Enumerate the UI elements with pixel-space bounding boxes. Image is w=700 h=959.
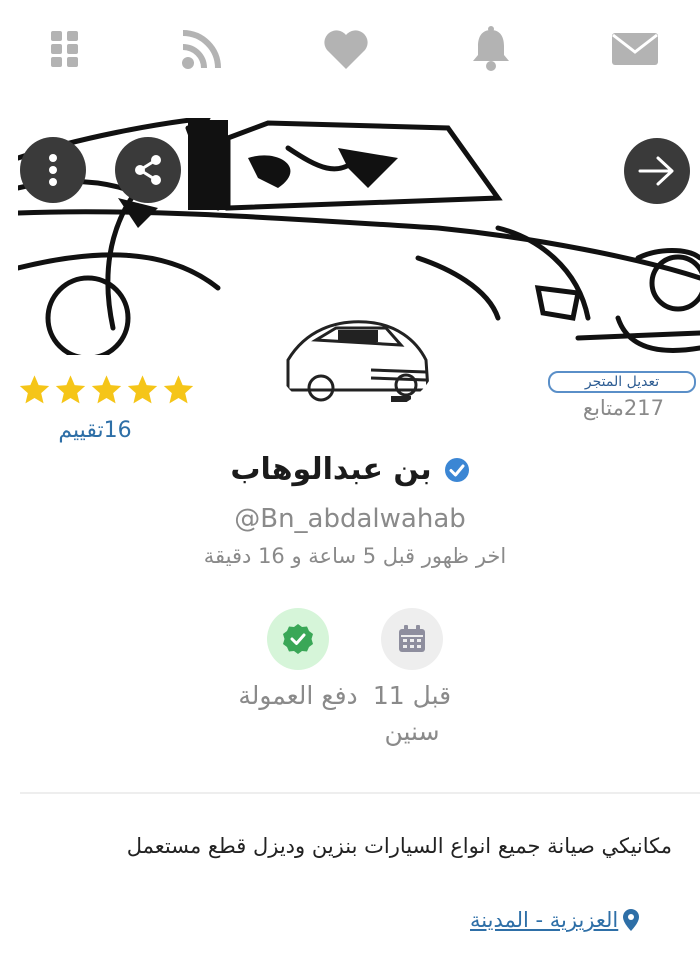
share-icon (135, 155, 161, 185)
star-icon (55, 375, 86, 404)
edit-store-button[interactable]: تعديل المتجر (548, 371, 696, 393)
verified-badge-icon (444, 457, 469, 482)
commission-status: دفع العمولة (238, 681, 358, 710)
store-location[interactable]: العزيزية - المدينة (470, 908, 640, 932)
envelope-icon[interactable] (610, 26, 660, 72)
star-icon (163, 375, 194, 404)
followers-count[interactable]: 217متابع (540, 396, 664, 420)
heart-icon[interactable] (321, 26, 371, 72)
grid-menu-icon[interactable] (40, 26, 90, 72)
top-navigation-bar (0, 0, 700, 100)
share-button[interactable] (115, 137, 181, 203)
store-avatar[interactable] (276, 300, 436, 415)
vertical-dots-icon (49, 154, 57, 186)
rss-icon[interactable] (177, 26, 227, 72)
commission-stat-badge (267, 608, 329, 670)
location-link[interactable]: العزيزية - المدينة (470, 908, 618, 932)
star-icon (127, 375, 158, 404)
section-divider (20, 792, 700, 794)
arrow-right-icon (638, 156, 674, 186)
bell-icon[interactable] (466, 26, 516, 72)
car-avatar-illustration (286, 320, 430, 402)
rating-stars (18, 374, 195, 406)
rating-count[interactable]: 16تقييم (30, 418, 160, 443)
star-icon (91, 375, 122, 404)
store-handle: @Bn_abdalwahab (234, 504, 466, 534)
store-description: مكانيكي صيانة جميع انواع السيارات بنزين … (126, 834, 672, 858)
verified-seal-icon (283, 624, 313, 654)
calendar-icon (399, 625, 425, 652)
last-seen-text: اخر ظهور قبل 5 ساعة و 16 دقيقة (203, 544, 507, 568)
store-name-row: بن عبدالوهاب (0, 452, 700, 487)
location-pin-icon (623, 909, 640, 931)
store-name: بن عبدالوهاب (230, 452, 432, 487)
forward-button[interactable] (624, 138, 690, 204)
membership-duration: قبل 11 سنين (372, 681, 452, 746)
more-options-button[interactable] (20, 137, 86, 203)
star-icon (19, 375, 50, 404)
membership-stat-badge (381, 608, 443, 670)
